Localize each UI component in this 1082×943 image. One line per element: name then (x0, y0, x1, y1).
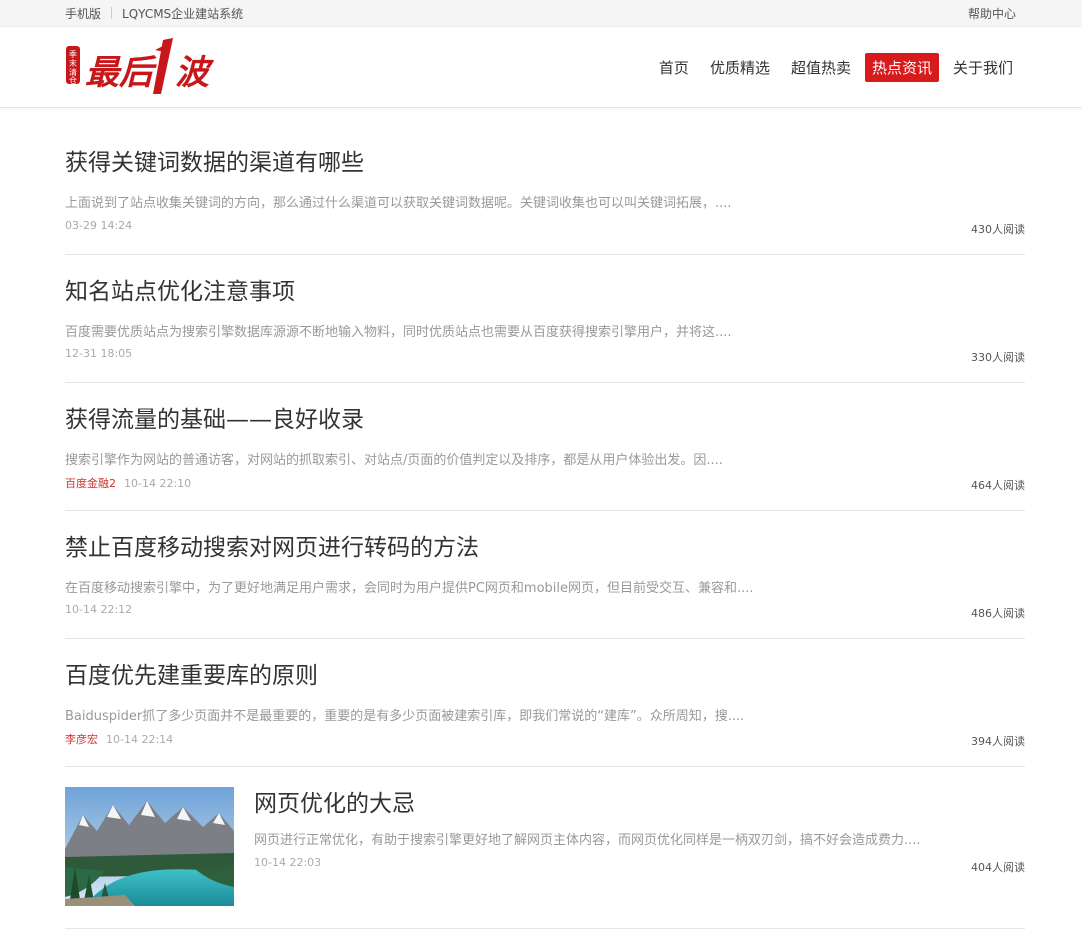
read-count: 404人阅读 (971, 861, 1025, 874)
article-summary: 百度需要优质站点为搜索引擎数据库源源不断地输入物料，同时优质站点也需要从百度获得… (65, 325, 732, 340)
read-count: 430人阅读 (971, 223, 1025, 236)
article-meta: 10-14 22:03 (254, 856, 321, 869)
nav-news[interactable]: 热点资讯 (864, 52, 939, 82)
article-time: 10-14 22:03 (254, 856, 322, 869)
article-meta: 李彦宏 10-14 22:14 (65, 731, 173, 747)
mobile-version-link[interactable]: 手机版 (65, 5, 101, 22)
article-summary: Baiduspider抓了多少页面并不是最重要的，重要的是有多少页面被建索引库，… (65, 709, 745, 724)
article-meta: 12-31 18:05 (65, 347, 132, 360)
list-item: 百度优先建重要库的原则 Baiduspider抓了多少页面并不是最重要的，重要的… (65, 639, 1025, 767)
site-header: 季 末 清 仓 最后 波 首页 优质精选 超值热卖 热点资讯 关于我们 (0, 27, 1082, 108)
article-meta: 百度金融2 10-14 22:10 (65, 475, 191, 491)
nav-about[interactable]: 关于我们 (946, 53, 1020, 82)
article-title[interactable]: 网页优化的大忌 (254, 784, 415, 818)
article-thumbnail[interactable] (65, 787, 234, 906)
article-title[interactable]: 知名站点优化注意事项 (65, 272, 295, 306)
nav-featured[interactable]: 优质精选 (703, 53, 777, 82)
list-item: 获得流量的基础——良好收录 搜索引擎作为网站的普通访客，对网站的抓取索引、对站点… (65, 383, 1025, 511)
svg-text:仓: 仓 (69, 75, 77, 85)
list-item: 获得关键词数据的渠道有哪些 上面说到了站点收集关键词的方向，那么通过什么渠道可以… (65, 108, 1025, 255)
divider (111, 7, 113, 19)
top-bar-left: 手机版 LQYCMS企业建站系统 (65, 5, 243, 22)
top-bar: 手机版 LQYCMS企业建站系统 帮助中心 (0, 0, 1082, 27)
article-summary: 网页进行正常优化，有助于搜索引擎更好地了解网页主体内容，而网页优化同样是一柄双刃… (254, 833, 921, 848)
article-title[interactable]: 禁止百度移动搜索对网页进行转码的方法 (65, 528, 479, 562)
list-item: 禁止百度移动搜索对网页进行转码的方法 在百度移动搜索引擎中，为了更好地满足用户需… (65, 511, 1025, 639)
read-count: 394人阅读 (971, 735, 1025, 748)
article-title[interactable]: 获得关键词数据的渠道有哪些 (65, 143, 364, 177)
nav-home[interactable]: 首页 (652, 53, 696, 82)
article-author[interactable]: 百度金融2 (65, 477, 116, 490)
list-item: 知名站点优化注意事项 百度需要优质站点为搜索引擎数据库源源不断地输入物料，同时优… (65, 255, 1025, 383)
read-count: 464人阅读 (971, 479, 1025, 492)
logo-image: 季 末 清 仓 最后 波 (66, 38, 215, 94)
lake-mountain-image (65, 787, 234, 906)
article-summary: 上面说到了站点收集关键词的方向，那么通过什么渠道可以获取关键词数据呢。关键词收集… (65, 196, 732, 211)
article-title[interactable]: 获得流量的基础——良好收录 (65, 400, 364, 434)
nav-hot-sale[interactable]: 超值热卖 (784, 53, 858, 82)
site-logo[interactable]: 季 末 清 仓 最后 波 (65, 32, 215, 102)
article-meta: 03-29 14:24 (65, 219, 132, 232)
article-author[interactable]: 李彦宏 (65, 733, 98, 746)
article-meta: 10-14 22:12 (65, 603, 132, 616)
article-time: 03-29 14:24 (65, 219, 133, 232)
article-time: 10-14 22:10 (124, 477, 192, 490)
svg-text:最后: 最后 (85, 53, 157, 93)
article-list: 获得关键词数据的渠道有哪些 上面说到了站点收集关键词的方向，那么通过什么渠道可以… (0, 108, 1082, 929)
help-center-link[interactable]: 帮助中心 (968, 5, 1016, 22)
svg-text:季: 季 (69, 49, 77, 59)
svg-text:波: 波 (175, 53, 215, 93)
read-count: 330人阅读 (971, 351, 1025, 364)
article-time: 10-14 22:12 (65, 603, 133, 616)
article-summary: 搜索引擎作为网站的普通访客，对网站的抓取索引、对站点/页面的价值判定以及排序，都… (65, 453, 723, 468)
list-item: 网页优化的大忌 网页进行正常优化，有助于搜索引擎更好地了解网页主体内容，而网页优… (65, 767, 1025, 929)
article-summary: 在百度移动搜索引擎中，为了更好地满足用户需求，会同时为用户提供PC网页和mobi… (65, 581, 754, 596)
system-name-link[interactable]: LQYCMS企业建站系统 (122, 5, 243, 22)
article-time: 12-31 18:05 (65, 347, 133, 360)
svg-text:末: 末 (69, 58, 77, 68)
article-title[interactable]: 百度优先建重要库的原则 (65, 656, 318, 690)
article-time: 10-14 22:14 (106, 733, 174, 746)
main-nav: 首页 优质精选 超值热卖 热点资讯 关于我们 (645, 52, 1020, 82)
read-count: 486人阅读 (971, 607, 1025, 620)
